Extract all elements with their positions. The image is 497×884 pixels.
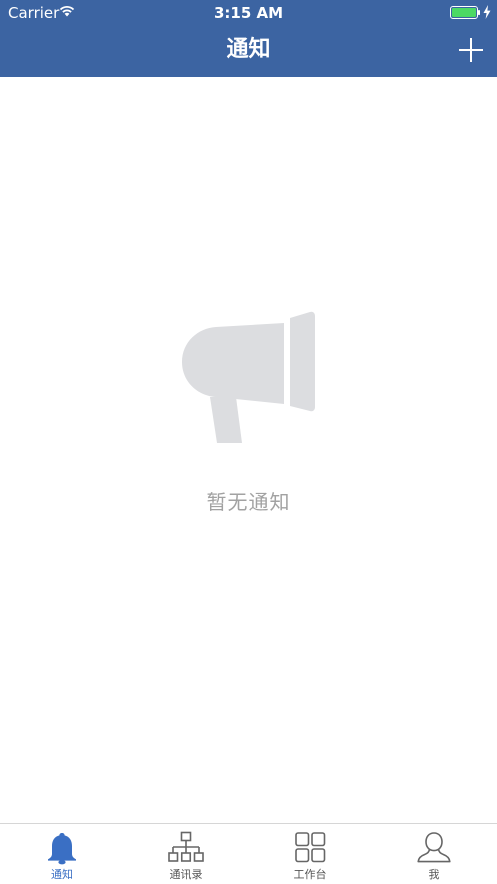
tab-me[interactable]: 我 xyxy=(372,824,496,884)
add-button[interactable] xyxy=(452,31,490,69)
status-time: 3:15 AM xyxy=(213,4,284,22)
plus-icon xyxy=(459,38,483,62)
tab-notifications[interactable]: 通知 xyxy=(0,824,124,884)
tab-label-me: 我 xyxy=(428,868,440,881)
grid-icon xyxy=(295,832,326,863)
status-bar: Carrier 3:15 AM xyxy=(0,0,497,26)
tab-bar: 通知 通讯录 工作台 我 xyxy=(0,823,497,883)
bell-icon xyxy=(48,833,76,865)
tab-workbench[interactable]: 工作台 xyxy=(248,824,372,884)
battery-full-icon xyxy=(450,6,480,19)
page-title: 通知 xyxy=(226,37,271,62)
charging-bolt-icon xyxy=(483,5,491,19)
user-icon xyxy=(417,832,451,863)
tab-label-workbench: 工作台 xyxy=(293,868,327,881)
empty-message: 暂无通知 xyxy=(206,490,291,514)
tab-label-contacts: 通讯录 xyxy=(169,868,203,881)
empty-state: 暂无通知 xyxy=(0,77,497,823)
tab-contacts[interactable]: 通讯录 xyxy=(124,824,248,884)
megaphone-icon xyxy=(182,311,315,443)
notifications-screen: Carrier 3:15 AM 通知 暂无通知 通知 通讯录 工作台 我 xyxy=(0,0,497,883)
header: Carrier 3:15 AM 通知 xyxy=(0,0,497,77)
tab-label-notifications: 通知 xyxy=(51,868,73,881)
org-chart-icon xyxy=(168,831,204,862)
nav-bar: 通知 xyxy=(0,26,497,77)
